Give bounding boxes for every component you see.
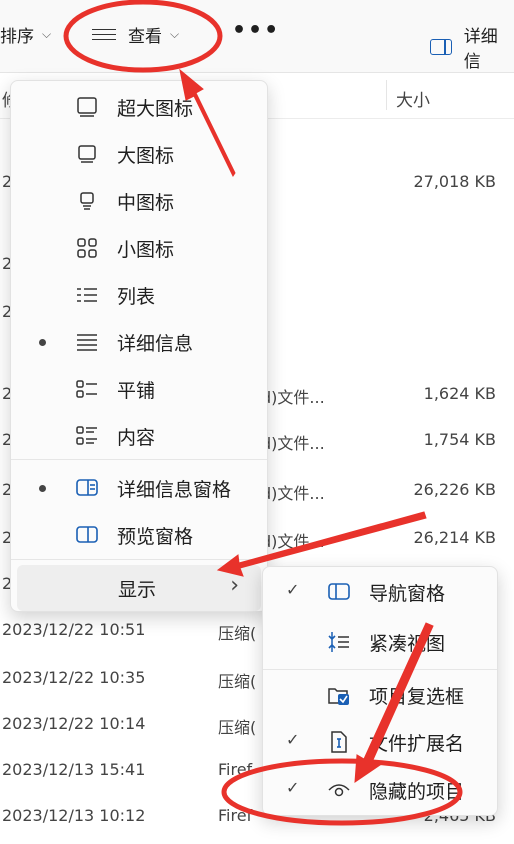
item-checkbox-icon xyxy=(327,684,351,706)
show-label: 显示 xyxy=(118,579,157,601)
extra-large-icons-icon xyxy=(75,96,99,118)
show-submenu: ✓ 导航窗格紧凑视图项目复选框 ✓ 文件扩展名 ✓ 隐藏的项目 xyxy=(262,566,498,816)
content-icon xyxy=(75,425,99,447)
row-size: 26,214 KB xyxy=(413,528,496,547)
view-menu-item-label: 列表 xyxy=(117,286,156,308)
details-pane-icon xyxy=(430,39,452,55)
show-submenu-item[interactable]: ✓ 隐藏的项目 xyxy=(263,767,497,813)
show-submenu-item[interactable]: 紧凑视图 xyxy=(263,619,497,665)
show-submenu-item[interactable]: 项目复选框 xyxy=(263,672,497,718)
sort-label: 排序 xyxy=(0,27,34,47)
details-pane-label: 详细信 xyxy=(463,27,498,72)
check-icon: ✓ xyxy=(286,580,300,599)
menu-separator xyxy=(11,459,267,460)
selected-bullet-icon xyxy=(39,339,46,346)
tiles-icon xyxy=(75,378,99,400)
show-submenu-item-label: 项目复选框 xyxy=(369,686,465,708)
view-label: 查看 xyxy=(128,27,162,47)
file-extension-icon xyxy=(327,731,351,753)
view-menu-item[interactable]: 中图标 xyxy=(11,178,267,224)
row-type: 压缩( xyxy=(218,624,257,643)
details-icon xyxy=(75,331,99,353)
row-size: 1,624 KB xyxy=(423,384,496,403)
show-submenu-item[interactable]: ✓ 文件扩展名 xyxy=(263,719,497,765)
row-type: 压缩( xyxy=(218,672,257,691)
command-bar: 排序 ⌵ 查看 ⌵ ••• 详细信 xyxy=(0,0,514,73)
view-menu-item-label: 平铺 xyxy=(117,380,156,402)
more-options-button[interactable]: ••• xyxy=(232,18,280,43)
view-menu-item[interactable]: 列表 xyxy=(11,272,267,318)
view-lines-icon xyxy=(92,27,116,43)
row-type: 压缩( xyxy=(218,718,257,737)
show-submenu-item-label: 隐藏的项目 xyxy=(369,781,465,803)
view-menu-item[interactable]: 超大图标 xyxy=(11,84,267,130)
row-date: 2023/12/22 10:35 xyxy=(2,668,146,687)
view-menu-item[interactable]: 详细信息窗格 xyxy=(11,465,267,511)
view-menu-item-label: 详细信息窗格 xyxy=(117,479,232,501)
more-icon: ••• xyxy=(232,18,281,43)
view-menu-item[interactable]: 预览窗格 xyxy=(11,512,267,558)
chevron-right-icon: › xyxy=(230,573,239,598)
chevron-down-icon: ⌵ xyxy=(170,27,180,41)
row-date: 2023/12/13 10:12 xyxy=(2,806,146,825)
view-menu-item[interactable]: 小图标 xyxy=(11,225,267,271)
show-submenu-item-label: 导航窗格 xyxy=(369,583,446,605)
row-type: Firef xyxy=(218,760,253,779)
details-pane-icon xyxy=(75,477,99,499)
details-pane-button[interactable]: 详细信 xyxy=(430,22,514,72)
view-menu-item-label: 详细信息 xyxy=(117,333,194,355)
small-icons-icon xyxy=(75,237,99,259)
show-submenu-item-label: 文件扩展名 xyxy=(369,733,465,755)
row-date: 2023/12/13 15:41 xyxy=(2,760,146,779)
view-menu-item[interactable]: 内容 xyxy=(11,413,267,459)
check-icon: ✓ xyxy=(286,730,300,749)
view-dropdown-menu: 超大图标大图标中图标小图标列表详细信息平铺内容详细信息窗格 预览窗格显示 › xyxy=(10,80,268,612)
view-menu-item-label: 小图标 xyxy=(117,239,175,261)
view-button[interactable]: 查看 ⌵ xyxy=(92,22,179,47)
large-icons-icon xyxy=(75,143,99,165)
show-submenu-item-label: 紧凑视图 xyxy=(369,633,446,655)
list-icon xyxy=(75,284,99,306)
view-menu-item[interactable]: 大图标 xyxy=(11,131,267,177)
menu-separator xyxy=(263,669,497,670)
row-size: 26,226 KB xyxy=(413,480,496,499)
row-size: 1,754 KB xyxy=(423,430,496,449)
selected-bullet-icon xyxy=(39,485,46,492)
navigation-pane-icon xyxy=(327,581,351,603)
show-submenu-trigger[interactable]: 显示 › xyxy=(17,565,261,611)
view-menu-item-label: 内容 xyxy=(117,427,156,449)
row-date: 2023/12/22 10:51 xyxy=(2,620,146,639)
view-menu-item-label: 大图标 xyxy=(117,145,175,167)
chevron-down-icon: ⌵ xyxy=(42,27,52,41)
column-size[interactable]: 大小 xyxy=(396,86,430,111)
view-menu-item[interactable]: 平铺 xyxy=(11,366,267,412)
view-menu-item[interactable]: 详细信息 xyxy=(11,319,267,365)
sort-button[interactable]: 排序 ⌵ xyxy=(0,22,51,47)
preview-pane-icon xyxy=(75,524,99,546)
view-menu-item-label: 超大图标 xyxy=(117,98,194,120)
check-icon: ✓ xyxy=(286,778,300,797)
row-size: 27,018 KB xyxy=(413,172,496,191)
view-menu-item-label: 预览窗格 xyxy=(117,526,194,548)
hidden-items-icon xyxy=(327,779,351,801)
menu-separator xyxy=(11,559,267,560)
medium-icons-icon xyxy=(75,190,99,212)
row-date: 2023/12/22 10:14 xyxy=(2,714,146,733)
show-submenu-item[interactable]: ✓ 导航窗格 xyxy=(263,569,497,615)
view-menu-item-label: 中图标 xyxy=(117,192,175,214)
column-divider[interactable] xyxy=(386,80,387,110)
row-type: Firef xyxy=(218,806,253,825)
compact-view-icon xyxy=(327,631,351,653)
